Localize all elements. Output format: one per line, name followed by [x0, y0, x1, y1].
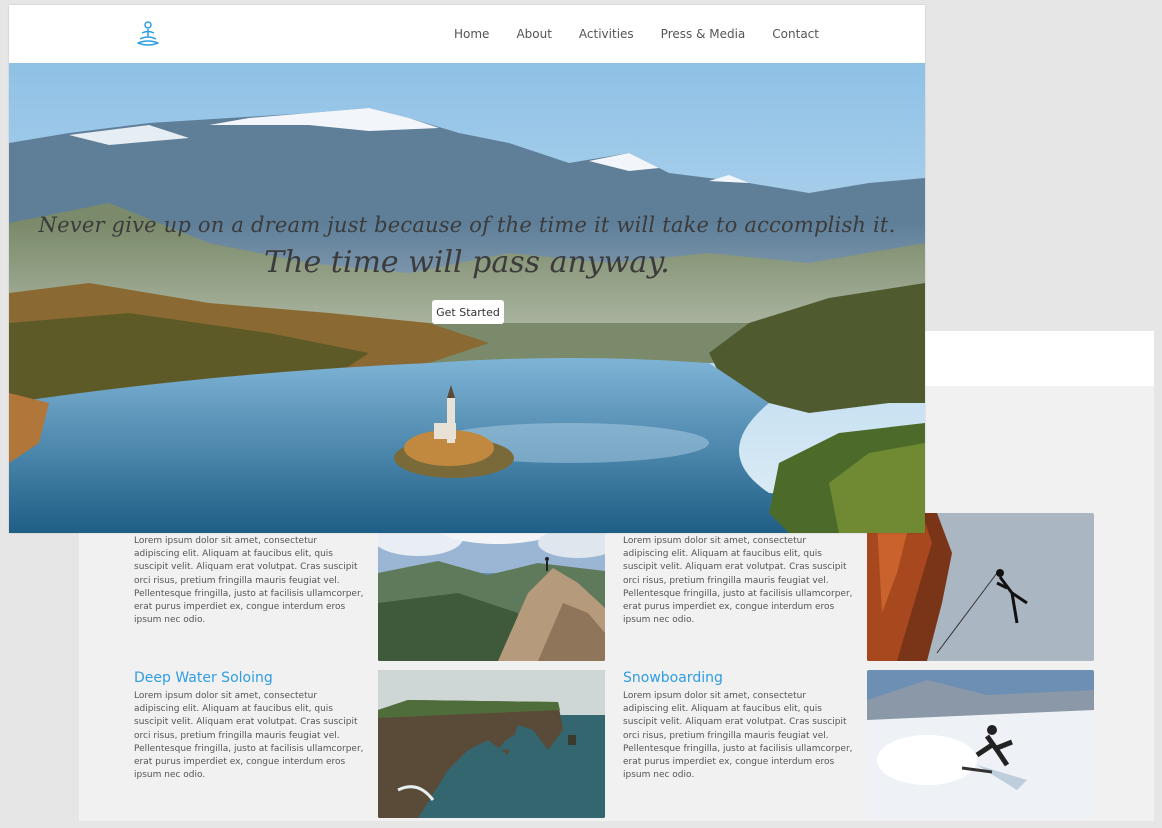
activity-description: Lorem ipsum dolor sit amet, consectetur …	[623, 536, 853, 626]
activity-description: Lorem ipsum dolor sit amet, consectetur …	[134, 536, 364, 626]
hero-quote-emphasis: The time will pass anyway.	[264, 245, 670, 280]
activity-description: Lorem ipsum dolor sit amet, consectetur …	[134, 691, 364, 781]
activity-card-deep-water-soloing: Deep Water Soloing Lorem ipsum dolor sit…	[134, 670, 364, 782]
sea-arch-image	[378, 670, 605, 818]
hero-quote: Never give up on a dream just because of…	[38, 213, 896, 237]
nav-home[interactable]: Home	[454, 27, 489, 41]
main-nav: Home About Activities Press & Media Cont…	[454, 5, 846, 63]
nav-contact[interactable]: Contact	[772, 27, 819, 41]
nav-activities[interactable]: Activities	[579, 27, 634, 41]
activity-card-snowboarding: Snowboarding Lorem ipsum dolor sit amet,…	[623, 670, 853, 782]
rock-climber-image	[867, 513, 1094, 661]
activity-title[interactable]: Snowboarding	[623, 670, 853, 686]
get-started-button[interactable]: Get Started	[432, 300, 504, 324]
activity-description: Lorem ipsum dolor sit amet, consectetur …	[623, 691, 853, 781]
lake-bled-hero-image	[9, 63, 925, 533]
meditation-logo-icon[interactable]	[134, 20, 162, 48]
mountain-hiker-image	[378, 513, 605, 661]
hero-section: Never give up on a dream just because of…	[9, 63, 925, 533]
nav-about[interactable]: About	[516, 27, 551, 41]
home-page-window: Home About Activities Press & Media Cont…	[9, 5, 925, 533]
nav-press-media[interactable]: Press & Media	[661, 27, 746, 41]
navbar: Home About Activities Press & Media Cont…	[9, 5, 925, 63]
activity-card-2: Lorem ipsum dolor sit amet, consectetur …	[623, 535, 853, 627]
activity-title[interactable]: Deep Water Soloing	[134, 670, 364, 686]
snowboarder-image	[867, 670, 1094, 818]
activity-card-1: Lorem ipsum dolor sit amet, consectetur …	[134, 535, 364, 627]
